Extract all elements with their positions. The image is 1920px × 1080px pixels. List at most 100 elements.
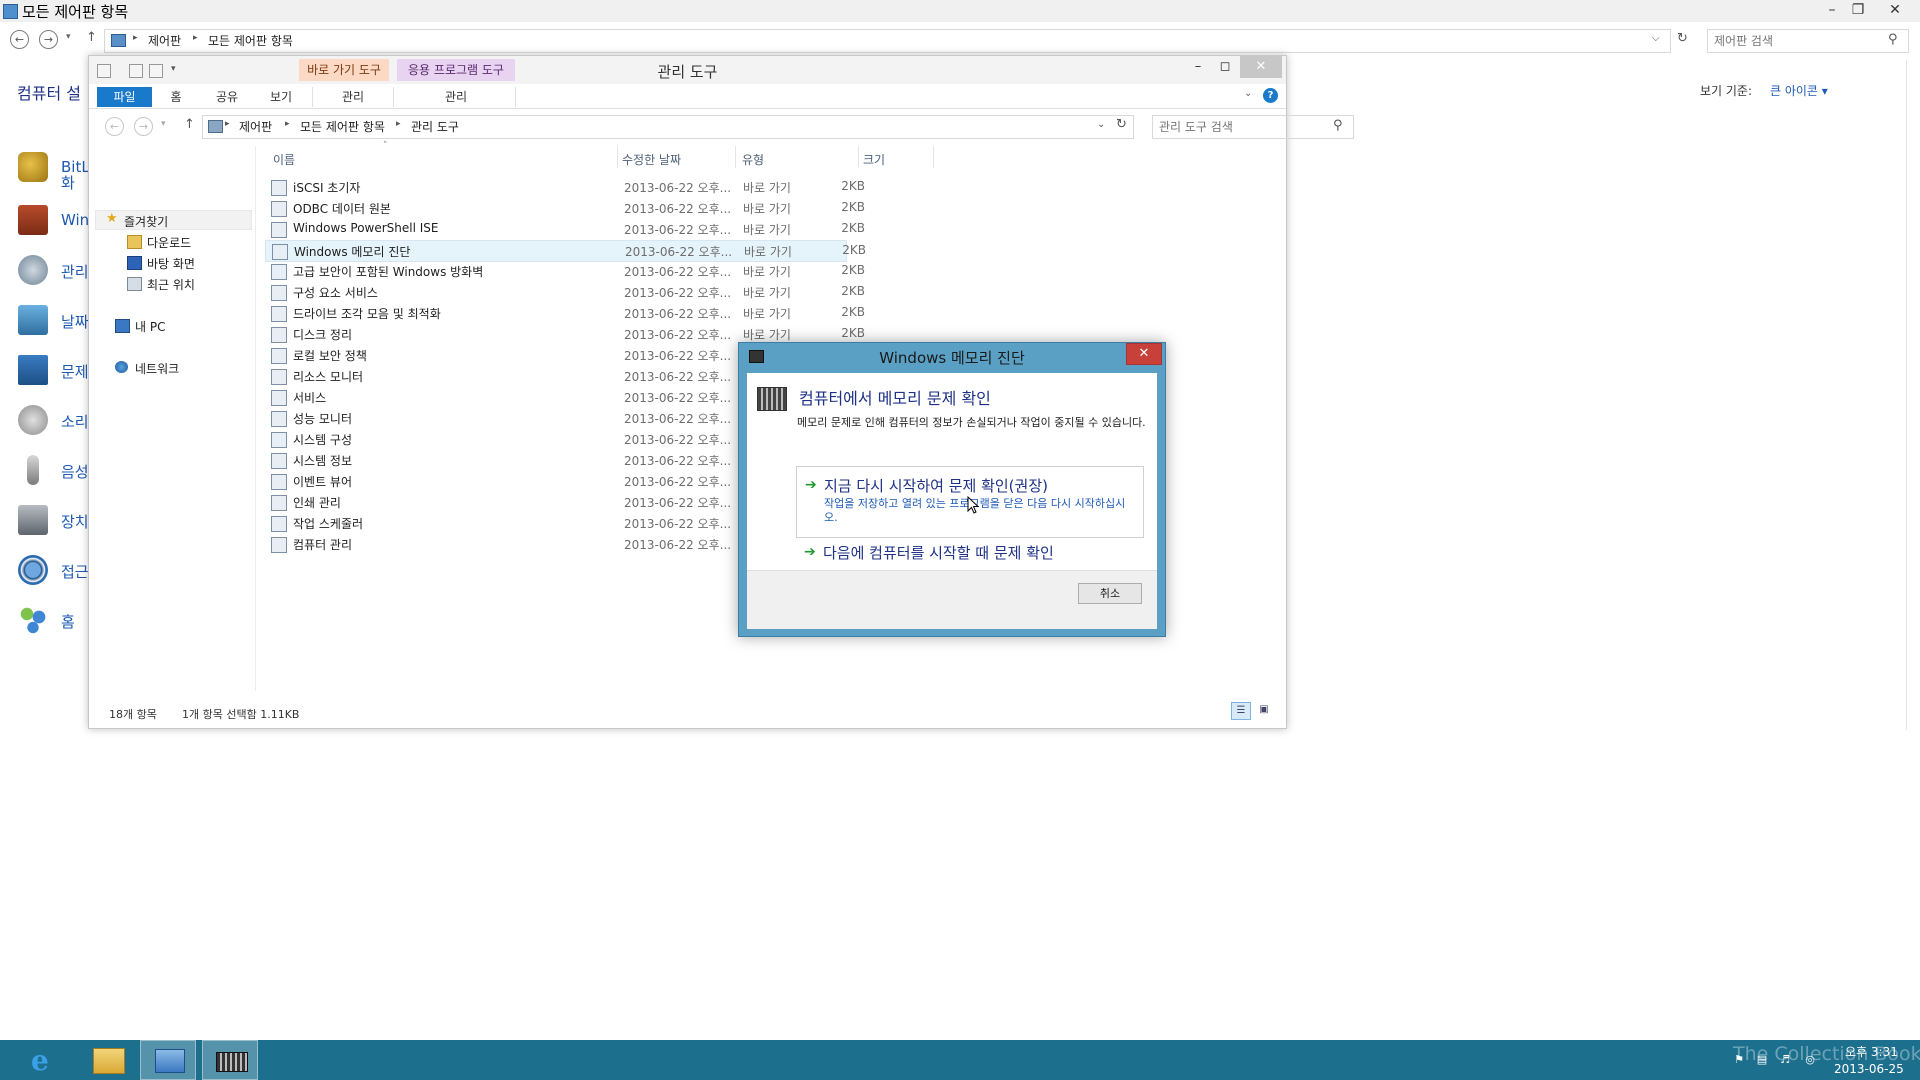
minimize-button[interactable]: – — [1819, 0, 1845, 20]
computer-management-icon — [271, 537, 287, 553]
table-row[interactable]: 구성 요소 서비스 2013-06-22 오후... 바로 가기 2KB — [265, 282, 865, 302]
breadcrumb-item[interactable]: 제어판 — [148, 32, 181, 49]
minimize-button[interactable]: – — [1186, 59, 1210, 74]
taskbar-file-explorer[interactable] — [80, 1040, 136, 1080]
refresh-icon[interactable]: ↻ — [1677, 31, 1688, 46]
file-name: 로컬 보안 정책 — [293, 349, 367, 363]
file-date: 2013-06-22 오후... — [624, 433, 732, 447]
cp-item-ease-of-access[interactable]: 접근 — [18, 555, 89, 591]
breadcrumb-item[interactable]: 모든 제어판 항목 — [208, 32, 293, 49]
search-input[interactable] — [1708, 30, 1886, 52]
services-icon — [271, 390, 287, 406]
search-icon[interactable]: ⚲ — [1888, 32, 1898, 47]
tab-manage-shortcut[interactable]: 관리 — [312, 87, 394, 107]
cp-item-firewall[interactable]: Win — [18, 205, 89, 241]
file-name: Windows PowerShell ISE — [293, 221, 439, 235]
breadcrumb-item[interactable]: 모든 제어판 항목 — [300, 118, 385, 135]
dialog-close-button[interactable]: ✕ — [1126, 343, 1162, 365]
check-next-startup-option[interactable]: ➔ 다음에 컴퓨터를 시작할 때 문제 확인 — [796, 541, 1142, 567]
cp-item-sound[interactable]: 소리 — [18, 405, 89, 441]
back-button[interactable]: ← — [10, 30, 29, 49]
forward-button[interactable]: → — [39, 30, 58, 49]
breadcrumb-item[interactable]: 관리 도구 — [411, 118, 459, 135]
cp-item-date-time[interactable]: 날짜 — [18, 305, 89, 341]
cp-item-speech[interactable]: 음성 — [18, 455, 89, 491]
cp-item-label: 관리 — [61, 263, 89, 281]
search-icon[interactable]: ⚲ — [1333, 118, 1343, 133]
cp-item-devices[interactable]: 장치 — [18, 505, 89, 541]
chevron-down-icon[interactable]: ⌵ — [1652, 33, 1660, 44]
tab-home[interactable]: 홈 — [156, 87, 196, 107]
details-view-icon[interactable]: ☰ — [1231, 702, 1251, 720]
close-button[interactable]: ✕ — [1240, 56, 1282, 78]
recent-places-icon — [127, 277, 142, 291]
up-button[interactable]: ↑ — [184, 117, 195, 132]
file-type: 바로 가기 — [744, 245, 792, 259]
tab-file[interactable]: 파일 — [97, 87, 152, 107]
column-header-name[interactable]: 이름 — [273, 151, 295, 168]
table-row[interactable]: iSCSI 초기자 2013-06-22 오후... 바로 가기 2KB — [265, 177, 865, 197]
tab-share[interactable]: 공유 — [202, 87, 252, 107]
file-date: 2013-06-22 오후... — [625, 245, 733, 259]
file-name: Windows 메모리 진단 — [294, 245, 411, 259]
nav-recent-places[interactable]: 최근 위치 — [127, 274, 247, 292]
tab-manage-app[interactable]: 관리 — [397, 87, 516, 107]
nav-desktop[interactable]: 바탕 화면 — [127, 253, 247, 271]
maximize-button[interactable]: ◻ — [1213, 59, 1237, 74]
file-date: 2013-06-22 오후... — [624, 496, 732, 510]
cancel-button[interactable]: 취소 — [1078, 583, 1142, 604]
column-header-type[interactable]: 유형 — [742, 151, 764, 168]
address-bar[interactable]: ▸ 제어판 ▸ 모든 제어판 항목 ⌵ ↻ — [104, 29, 1688, 53]
up-button[interactable]: ↑ — [86, 30, 97, 45]
nav-favorites[interactable]: ★ 즐겨찾기 — [95, 210, 252, 230]
cp-item-admin-tools[interactable]: 관리 — [18, 255, 89, 291]
expand-ribbon-icon[interactable]: ⌄ — [1244, 88, 1252, 99]
table-row[interactable]: 디스크 정리 2013-06-22 오후... 바로 가기 2KB — [265, 324, 865, 344]
control-panel-icon — [208, 120, 223, 133]
address-bar[interactable]: ▸ 제어판 ▸ 모든 제어판 항목 ▸ 관리 도구 ⌄ ↻ — [202, 115, 1134, 139]
file-date: 2013-06-22 오후... — [624, 412, 732, 426]
devices-icon — [18, 505, 48, 535]
taskbar-internet-explorer[interactable]: e — [20, 1040, 76, 1080]
restore-button[interactable]: ❐ — [1845, 0, 1871, 20]
large-icons-view-icon[interactable]: ▣ — [1255, 702, 1273, 718]
recent-pages-icon[interactable]: ▾ — [66, 32, 71, 42]
cp-item-troubleshoot[interactable]: 문제 — [18, 355, 89, 391]
taskbar-memory-diagnostic[interactable] — [202, 1040, 258, 1080]
cp-item-bitlocker[interactable]: BitL 화 — [18, 152, 90, 192]
troubleshoot-icon — [18, 355, 48, 385]
sort-ascending-icon: ˄ — [383, 141, 388, 151]
back-button[interactable]: ← — [105, 117, 124, 136]
help-icon[interactable]: ? — [1263, 88, 1278, 103]
chevron-right-icon: ▸ — [285, 119, 290, 129]
refresh-icon[interactable]: ↻ — [1116, 117, 1127, 132]
nav-this-pc[interactable]: 내 PC — [115, 316, 235, 334]
table-row[interactable]: ODBC 데이터 원본 2013-06-22 오후... 바로 가기 2KB — [265, 198, 865, 218]
recent-pages-icon[interactable]: ▾ — [161, 119, 166, 129]
close-button[interactable]: ✕ — [1882, 0, 1908, 20]
breadcrumb-item[interactable]: 제어판 — [239, 118, 272, 135]
star-icon: ★ — [106, 211, 118, 226]
tab-view[interactable]: 보기 — [256, 87, 306, 107]
table-row-selected[interactable]: Windows 메모리 진단 2013-06-22 오후... 바로 가기 2KB — [265, 240, 866, 262]
memory-chip-icon — [757, 387, 787, 411]
table-row[interactable]: 고급 보안이 포함된 Windows 방화벽 2013-06-22 오후... 바로… — [265, 261, 865, 281]
forward-button[interactable]: → — [134, 117, 153, 136]
chevron-down-icon[interactable]: ⌄ — [1097, 119, 1105, 130]
taskbar-control-panel[interactable] — [140, 1040, 196, 1080]
nav-network[interactable]: 네트워크 — [115, 358, 235, 376]
print-management-icon — [271, 495, 287, 511]
nav-downloads[interactable]: 다운로드 — [127, 232, 247, 250]
cp-item-homegroup[interactable]: 홈 — [18, 605, 88, 641]
search-input[interactable] — [1153, 116, 1321, 138]
search-box[interactable]: ⚲ — [1707, 29, 1909, 53]
security-policy-icon — [271, 348, 287, 364]
table-row[interactable]: Windows PowerShell ISE 2013-06-22 오후... 바로… — [265, 219, 865, 239]
component-services-icon — [271, 285, 287, 301]
search-box[interactable]: ⚲ — [1152, 115, 1354, 139]
file-date: 2013-06-22 오후... — [624, 475, 732, 489]
table-row[interactable]: 드라이브 조각 모음 및 최적화 2013-06-22 오후... 바로 가기 2KB — [265, 303, 865, 323]
view-by-dropdown[interactable]: 큰 아이콘 ▾ — [1770, 82, 1828, 99]
column-header-size[interactable]: 크기 — [863, 151, 885, 168]
column-header-date[interactable]: 수정한 날짜 — [622, 151, 681, 168]
